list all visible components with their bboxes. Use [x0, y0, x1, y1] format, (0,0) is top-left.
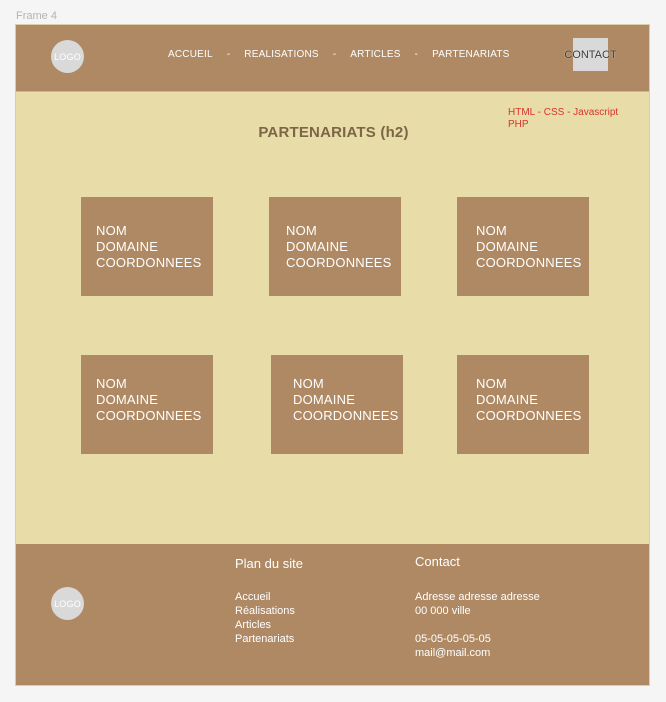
page-title: PARTENARIATS (h2): [258, 124, 409, 141]
nav-item-realisations[interactable]: REALISATIONS: [244, 49, 318, 60]
partner-domain: DOMAINE: [96, 392, 159, 407]
partner-contact: COORDONNEES: [96, 408, 202, 423]
site-footer: LOGO Plan du site Accueil Réalisations A…: [16, 544, 649, 685]
nav-item-articles[interactable]: ARTICLES: [350, 49, 400, 60]
nav-item-accueil[interactable]: ACCUEIL: [168, 49, 213, 60]
nav-separator: -: [414, 49, 419, 60]
sitemap-link-accueil[interactable]: Accueil: [235, 590, 303, 604]
address-line: Adresse adresse adresse: [415, 591, 540, 603]
header-logo[interactable]: LOGO: [51, 40, 84, 73]
sitemap-link-partenariats[interactable]: Partenariats: [235, 632, 303, 646]
tech-note-line: HTML - CSS - Javascript: [508, 107, 619, 118]
address-city: 00 000 ville: [415, 605, 471, 617]
footer-logo[interactable]: LOGO: [51, 587, 84, 620]
frame-label: Frame 4: [16, 10, 57, 22]
partner-name: NOM: [476, 223, 507, 238]
partner-name: NOM: [96, 376, 127, 391]
partner-contact: COORDONNEES: [476, 255, 582, 270]
partner-name: NOM: [286, 223, 317, 238]
nav-separator: -: [332, 49, 337, 60]
partner-contact: COORDONNEES: [293, 408, 399, 423]
sitemap-title: Plan du site: [235, 556, 303, 571]
sitemap-link-articles[interactable]: Articles: [235, 618, 303, 632]
main-nav: ACCUEIL - REALISATIONS - ARTICLES - PART…: [168, 49, 510, 60]
contact-section: Contact Adresse adresse adresse 00 000 v…: [415, 554, 540, 660]
page-frame: LOGO ACCUEIL - REALISATIONS - ARTICLES -…: [15, 24, 650, 686]
partner-domain: DOMAINE: [96, 239, 159, 254]
nav-item-partenariats[interactable]: PARTENARIATS: [432, 49, 509, 60]
partner-domain: DOMAINE: [476, 239, 539, 254]
phone-number: 05-05-05-05-05: [415, 633, 491, 645]
contact-button[interactable]: CONTACT: [564, 38, 617, 71]
partner-name: NOM: [476, 376, 507, 391]
partner-card[interactable]: NOM DOMAINE COORDONNEES: [457, 197, 589, 296]
sitemap-section: Plan du site Accueil Réalisations Articl…: [235, 556, 303, 646]
partner-name: NOM: [293, 376, 324, 391]
partner-card[interactable]: NOM DOMAINE COORDONNEES: [457, 355, 589, 454]
nav-separator: -: [226, 49, 231, 60]
partner-card[interactable]: NOM DOMAINE COORDONNEES: [269, 197, 401, 296]
partner-domain: DOMAINE: [476, 392, 539, 407]
partner-contact: COORDONNEES: [286, 255, 392, 270]
email-address[interactable]: mail@mail.com: [415, 646, 540, 660]
partner-domain: DOMAINE: [293, 392, 356, 407]
partner-name: NOM: [96, 223, 127, 238]
partner-contact: COORDONNEES: [96, 255, 202, 270]
partner-card[interactable]: NOM DOMAINE COORDONNEES: [81, 355, 213, 454]
partner-contact: COORDONNEES: [476, 408, 582, 423]
sitemap-link-realisations[interactable]: Réalisations: [235, 604, 303, 618]
partner-domain: DOMAINE: [286, 239, 349, 254]
contact-title: Contact: [415, 554, 460, 569]
partner-card[interactable]: NOM DOMAINE COORDONNEES: [271, 355, 403, 454]
site-header: LOGO ACCUEIL - REALISATIONS - ARTICLES -…: [16, 25, 649, 92]
partner-card[interactable]: NOM DOMAINE COORDONNEES: [81, 197, 213, 296]
